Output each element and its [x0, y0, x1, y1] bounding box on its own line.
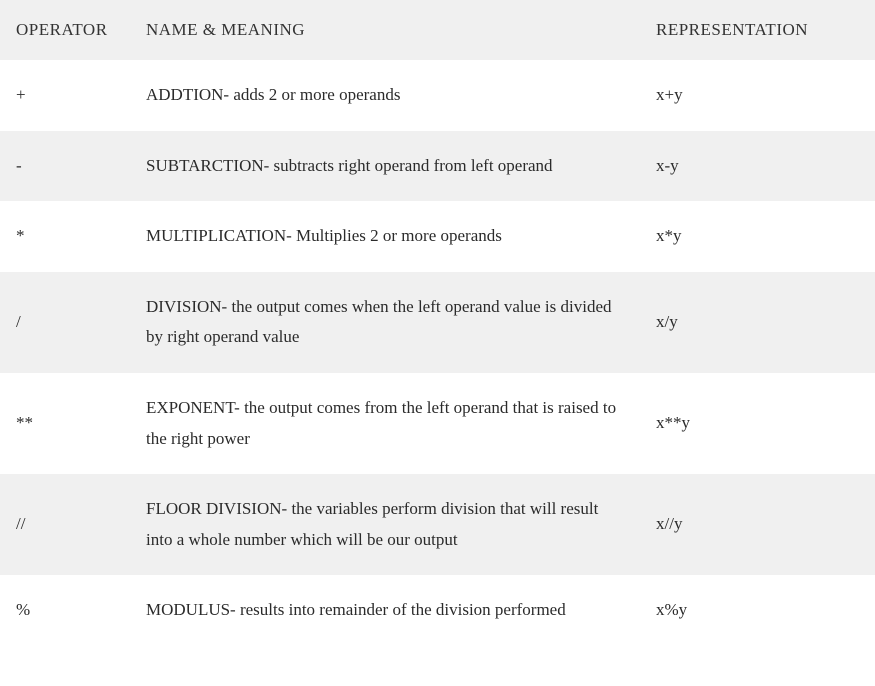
cell-operator: // — [0, 474, 130, 575]
cell-representation: x/y — [640, 272, 875, 373]
cell-operator: * — [0, 201, 130, 272]
operators-table: OPERATOR NAME & MEANING REPRESENTATION +… — [0, 0, 875, 646]
table-row: - SUBTARCTION- subtracts right operand f… — [0, 131, 875, 202]
cell-name: ADDTION- adds 2 or more operands — [130, 60, 640, 131]
cell-representation: x**y — [640, 373, 875, 474]
header-name: NAME & MEANING — [130, 0, 640, 60]
cell-representation: x*y — [640, 201, 875, 272]
cell-operator: + — [0, 60, 130, 131]
cell-representation: x-y — [640, 131, 875, 202]
table-row: % MODULUS- results into remainder of the… — [0, 575, 875, 646]
cell-representation: x+y — [640, 60, 875, 131]
cell-operator: / — [0, 272, 130, 373]
cell-operator: - — [0, 131, 130, 202]
table-row: * MULTIPLICATION- Multiplies 2 or more o… — [0, 201, 875, 272]
table-row: ** EXPONENT- the output comes from the l… — [0, 373, 875, 474]
cell-name: FLOOR DIVISION- the variables perform di… — [130, 474, 640, 575]
cell-operator: ** — [0, 373, 130, 474]
cell-name: MODULUS- results into remainder of the d… — [130, 575, 640, 646]
cell-name: EXPONENT- the output comes from the left… — [130, 373, 640, 474]
table-row: / DIVISION- the output comes when the le… — [0, 272, 875, 373]
cell-name: DIVISION- the output comes when the left… — [130, 272, 640, 373]
cell-operator: % — [0, 575, 130, 646]
cell-name: SUBTARCTION- subtracts right operand fro… — [130, 131, 640, 202]
table-row: + ADDTION- adds 2 or more operands x+y — [0, 60, 875, 131]
cell-representation: x%y — [640, 575, 875, 646]
cell-representation: x//y — [640, 474, 875, 575]
table-row: // FLOOR DIVISION- the variables perform… — [0, 474, 875, 575]
header-operator: OPERATOR — [0, 0, 130, 60]
header-representation: REPRESENTATION — [640, 0, 875, 60]
table-header-row: OPERATOR NAME & MEANING REPRESENTATION — [0, 0, 875, 60]
cell-name: MULTIPLICATION- Multiplies 2 or more ope… — [130, 201, 640, 272]
